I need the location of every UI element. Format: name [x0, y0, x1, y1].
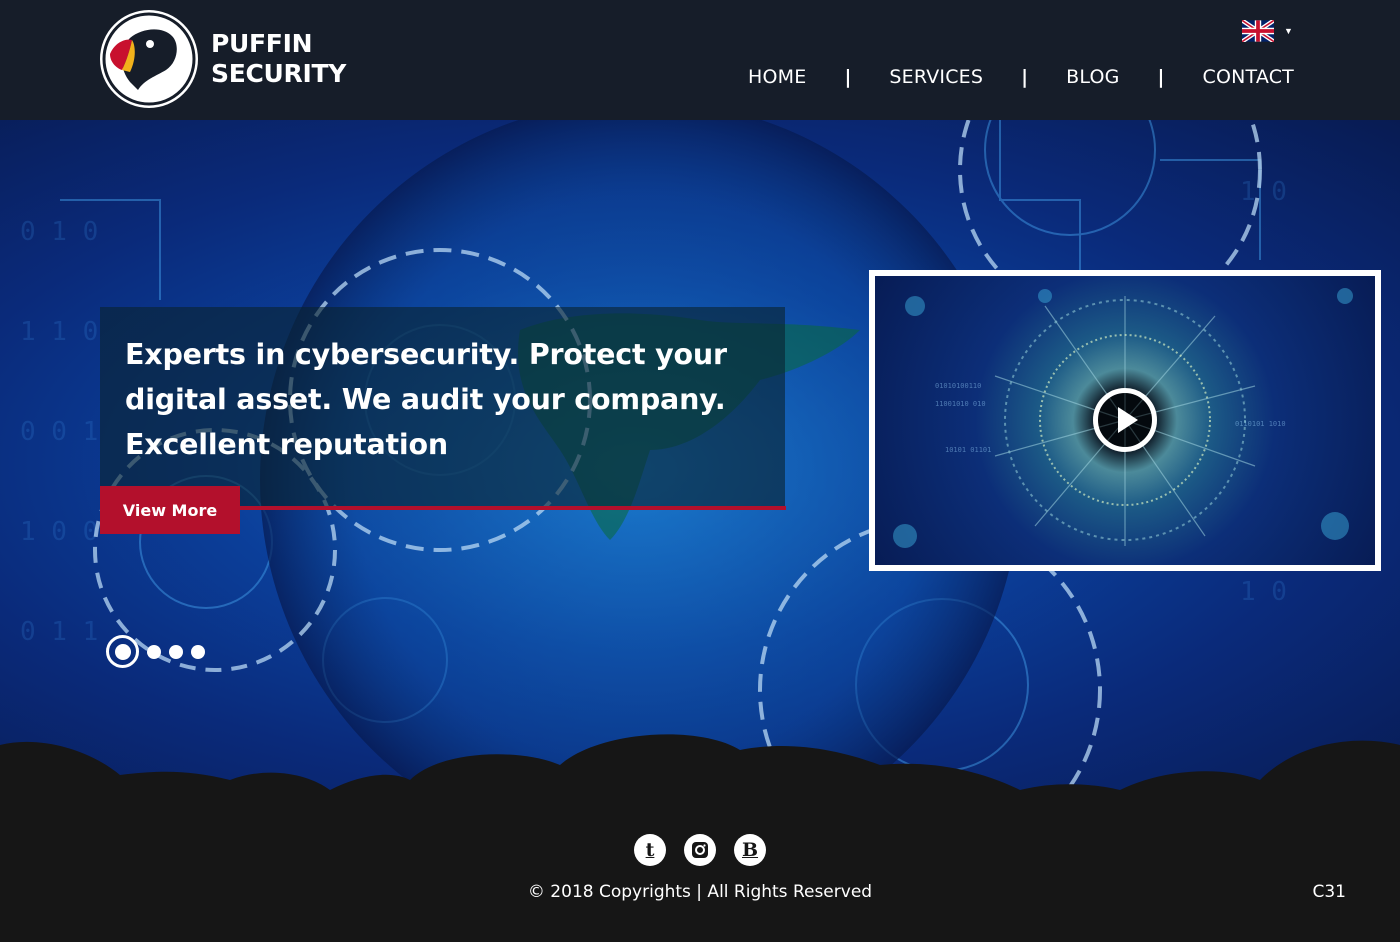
slider-dot[interactable]	[169, 644, 183, 659]
slider-dot-active[interactable]	[106, 635, 139, 668]
slider-pagination	[106, 635, 205, 668]
site-header: PUFFIN SECURITY ▼ HOME | SERVICES | BLOG…	[0, 0, 1400, 120]
brand-line-2: SECURITY	[211, 59, 347, 88]
social-links: t B	[634, 834, 784, 866]
svg-text:10101 01101: 10101 01101	[945, 446, 991, 454]
chevron-down-icon: ▼	[1284, 26, 1293, 36]
hero-slider: 0 1 01 1 00 0 11 0 00 1 1 1 00 11 10 01 …	[0, 120, 1400, 810]
language-selector[interactable]: ▼	[1242, 20, 1293, 42]
slider-dot[interactable]	[191, 644, 205, 659]
site-footer: t B © 2018 Copyrights | All Rights Reser…	[0, 806, 1400, 942]
nav-services[interactable]: SERVICES	[889, 66, 983, 88]
play-icon[interactable]	[1093, 388, 1157, 452]
nav-contact[interactable]: CONTACT	[1202, 66, 1294, 88]
nav-separator: |	[1157, 66, 1165, 88]
tumblr-icon[interactable]: t	[634, 834, 666, 866]
slider-dot[interactable]	[147, 644, 161, 659]
nav-home[interactable]: HOME	[748, 66, 806, 88]
nav-separator: |	[844, 66, 852, 88]
copyright-text: © 2018 Copyrights | All Rights Reserved	[527, 882, 873, 902]
instagram-icon[interactable]	[684, 834, 716, 866]
svg-text:01010100110: 01010100110	[935, 382, 981, 390]
brand-name: PUFFIN SECURITY	[211, 29, 346, 89]
svg-text:1 1 0: 1 1 0	[20, 317, 98, 347]
svg-text:0 1 1: 0 1 1	[20, 617, 98, 647]
brand-logo[interactable]: PUFFIN SECURITY	[100, 9, 346, 109]
svg-text:0 1 0: 0 1 0	[20, 217, 98, 247]
main-nav: HOME | SERVICES | BLOG | CONTACT	[748, 66, 1294, 88]
svg-text:1 0: 1 0	[1240, 577, 1287, 607]
svg-text:0110101 1010: 0110101 1010	[1235, 420, 1286, 428]
svg-text:0 0 1: 0 0 1	[20, 417, 98, 447]
brand-line-1: PUFFIN	[211, 29, 313, 58]
video-player[interactable]: 01010100110 11001010 010 0110101 1010 10101…	[869, 270, 1381, 571]
nav-blog[interactable]: BLOG	[1066, 66, 1119, 88]
view-more-button[interactable]: View More	[100, 486, 240, 534]
hero-accent-line	[238, 506, 786, 510]
blogger-icon[interactable]: B	[734, 834, 766, 866]
cloud-divider	[0, 734, 1400, 810]
puffin-logo-icon	[100, 10, 198, 108]
hero-headline: Experts in cybersecurity. Protect your d…	[125, 338, 727, 461]
page-code: C31	[1312, 882, 1346, 902]
svg-text:11001010 010: 11001010 010	[935, 400, 986, 408]
svg-text:1 0 0: 1 0 0	[20, 517, 98, 547]
uk-flag-icon	[1242, 20, 1274, 42]
svg-text:1 0: 1 0	[1240, 177, 1287, 207]
nav-separator: |	[1021, 66, 1029, 88]
